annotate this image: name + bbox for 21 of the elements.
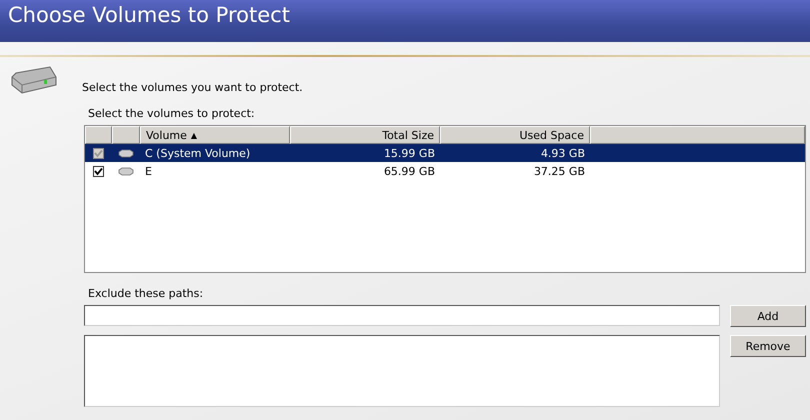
instruction-text: Select the volumes you want to protect. <box>82 80 303 94</box>
checkbox[interactable] <box>93 166 104 176</box>
volumes-label: Select the volumes to protect: <box>88 107 256 120</box>
column-header[interactable]: Used Space <box>440 126 590 144</box>
drive-icon <box>118 166 134 176</box>
table-cell-text: 15.99 GB <box>382 146 436 162</box>
column-header[interactable]: Volume ▲ <box>140 126 290 144</box>
drive-icon <box>118 148 134 158</box>
column-header[interactable]: Total Size <box>290 126 440 144</box>
page-title: Choose Volumes to Protect <box>8 3 290 27</box>
table-cell-text: 37.25 GB <box>532 164 586 180</box>
table-cell-text: E <box>144 164 153 180</box>
exclude-label: Exclude these paths: <box>88 287 204 300</box>
volume-row[interactable]: E 65.99 GB 37.25 GB <box>85 162 805 180</box>
hard-drive-icon <box>10 65 58 95</box>
table-cell-text: 4.93 GB <box>540 146 586 162</box>
remove-button[interactable]: Remove <box>730 335 806 357</box>
path-input-field[interactable] <box>84 305 720 326</box>
table-cell-text: 65.99 GB <box>382 164 436 180</box>
add-button[interactable]: Add <box>730 305 806 327</box>
table-cell-text: C (System Volume) <box>144 146 252 162</box>
